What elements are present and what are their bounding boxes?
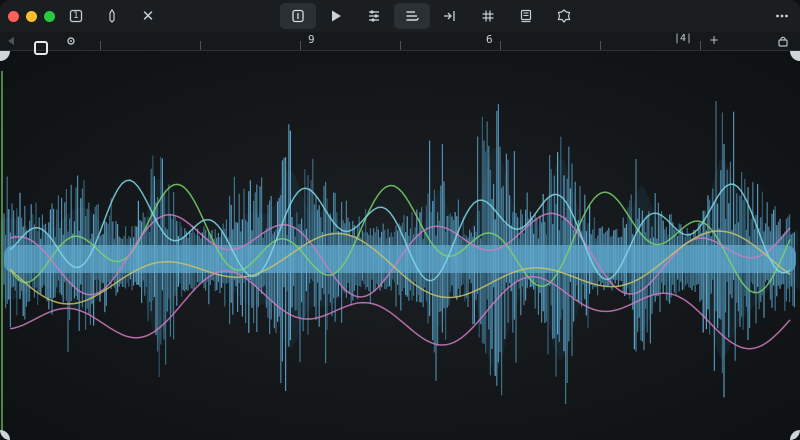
waveform-display[interactable] — [0, 51, 800, 440]
ruler-marker-a: 9 — [308, 33, 315, 46]
grid-icon — [482, 10, 494, 22]
page-indicator-button[interactable]: 1 — [66, 6, 86, 26]
playhead-handle[interactable] — [34, 41, 48, 55]
window-controls — [0, 10, 55, 22]
mixer-icon — [369, 10, 379, 22]
close-tab-button[interactable]: ✕ — [138, 6, 158, 26]
add-marker-button[interactable]: + — [709, 33, 719, 47]
tool-panel[interactable] — [280, 3, 316, 29]
document-icon — [520, 9, 532, 23]
tool-grid[interactable] — [470, 3, 506, 29]
close-icon: ✕ — [141, 7, 155, 25]
minimize-window-button[interactable] — [26, 10, 37, 22]
tool-document[interactable] — [508, 3, 544, 29]
settings-icon — [557, 9, 571, 23]
title-bar: 1 ✕ — [0, 0, 800, 33]
tool-play[interactable] — [318, 3, 354, 29]
tool-list[interactable] — [394, 3, 430, 29]
panel-icon — [292, 9, 304, 23]
page-indicator-label: 1 — [73, 11, 79, 21]
lock-icon[interactable] — [778, 35, 788, 47]
more-options-button[interactable] — [772, 6, 792, 26]
zoom-window-button[interactable] — [44, 10, 55, 22]
main-toolbar — [280, 2, 584, 30]
loop-indicator[interactable]: |4| — [674, 33, 692, 44]
play-icon — [332, 10, 341, 22]
waveform-canvas[interactable] — [0, 51, 800, 440]
ruler-marker-b: 6 — [486, 33, 493, 46]
close-window-button[interactable] — [8, 10, 19, 22]
scroll-left-icon[interactable] — [6, 36, 16, 46]
ellipsis-icon — [776, 14, 788, 18]
gear-icon[interactable] — [66, 36, 76, 46]
pen-icon — [109, 8, 115, 23]
audio-editor-window: 1 ✕ 9 6 |4| + — [0, 0, 800, 440]
timeline-ruler[interactable]: 9 6 |4| + — [0, 32, 800, 51]
tool-split[interactable] — [432, 3, 468, 29]
split-icon — [444, 11, 455, 21]
tool-settings[interactable] — [546, 3, 582, 29]
tool-mixer[interactable] — [356, 3, 392, 29]
list-icon — [406, 11, 419, 21]
instrument-button[interactable] — [102, 6, 122, 26]
